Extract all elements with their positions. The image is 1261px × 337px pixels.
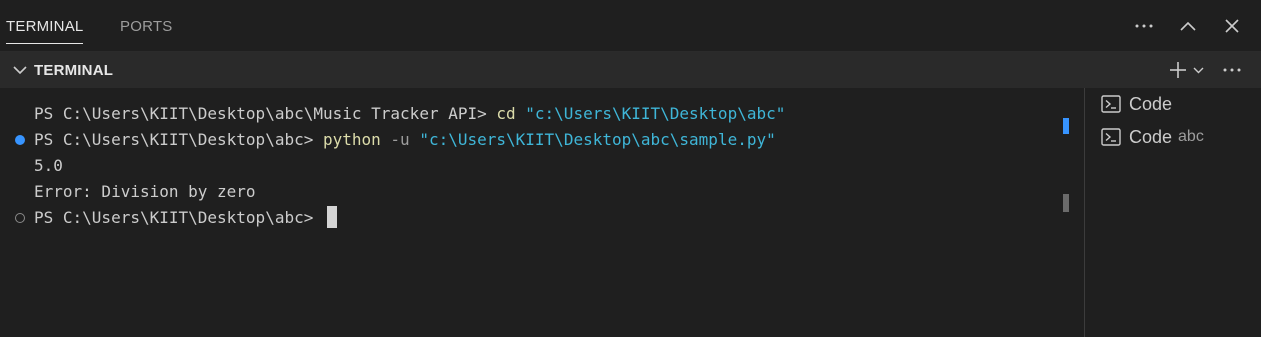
terminal-cursor	[326, 205, 337, 228]
close-icon[interactable]	[1221, 15, 1243, 37]
tab-ports[interactable]: PORTS	[120, 0, 172, 52]
terminal-line: PS C:\Users\KIIT\Desktop\abc\Music Track…	[34, 102, 785, 126]
argument-text: "c:\Users\KIIT\Desktop\abc"	[515, 104, 786, 123]
terminal-line: PS C:\Users\KIIT\Desktop\abc>	[34, 205, 337, 230]
prompt-text: PS C:\Users\KIIT\Desktop\abc\Music Track…	[34, 104, 497, 123]
prompt-text: PS C:\Users\KIIT\Desktop\abc>	[34, 130, 323, 149]
more-actions-ellipsis-icon[interactable]	[1221, 59, 1243, 81]
output-line: Error: Division by zero	[34, 182, 256, 201]
section-actions	[1167, 52, 1243, 88]
terminal-tab-description: abc	[1178, 128, 1204, 145]
command-pending-decoration[interactable]	[15, 213, 25, 223]
terminal-panel: TERMINAL PORTS TERMINAL PS C:\Users\KIIT…	[0, 0, 1261, 337]
tab-ports-label: PORTS	[120, 17, 173, 35]
launch-profile-chevron-down-icon[interactable]	[1191, 59, 1205, 81]
terminal-icon	[1101, 127, 1121, 147]
prompt-text: PS C:\Users\KIIT\Desktop\abc>	[34, 208, 323, 227]
terminal-section-header[interactable]: TERMINAL	[0, 52, 1261, 88]
flag-text: -u	[380, 130, 410, 149]
ellipsis-icon[interactable]	[1133, 15, 1155, 37]
panel-actions	[1133, 0, 1243, 52]
terminal-tab-item[interactable]: Code abc	[1101, 124, 1204, 150]
command-text: cd	[496, 104, 516, 123]
tab-terminal[interactable]: TERMINAL	[6, 0, 84, 52]
section-title: TERMINAL	[34, 61, 114, 79]
command-text: python	[322, 130, 381, 149]
new-terminal-group	[1167, 59, 1205, 81]
command-success-decoration[interactable]	[15, 135, 25, 145]
chevron-down-icon[interactable]	[12, 62, 28, 78]
chevron-up-icon[interactable]	[1177, 15, 1199, 37]
scrollbar-thumb[interactable]	[1063, 194, 1069, 212]
plus-icon[interactable]	[1167, 59, 1189, 81]
panel-tab-bar: TERMINAL PORTS	[0, 0, 1261, 52]
tab-terminal-label: TERMINAL	[6, 17, 84, 35]
argument-text: "c:\Users\KIIT\Desktop\abc\sample.py"	[409, 130, 776, 149]
terminal-scrollbar[interactable]	[1060, 88, 1074, 337]
terminal-tab-item[interactable]: Code	[1101, 91, 1172, 117]
terminal-tabs-list: Code Code abc	[1085, 88, 1261, 337]
terminal-output[interactable]: PS C:\Users\KIIT\Desktop\abc\Music Track…	[0, 88, 1060, 337]
active-tab-indicator	[6, 43, 84, 44]
terminal-tab-label: Code	[1129, 93, 1173, 114]
output-line: 5.0	[34, 156, 63, 175]
terminal-line: PS C:\Users\KIIT\Desktop\abc> python -u …	[34, 128, 776, 152]
scrollbar-marker-success	[1063, 118, 1069, 134]
terminal-tab-label: Code	[1129, 126, 1173, 147]
terminal-icon	[1101, 94, 1121, 114]
